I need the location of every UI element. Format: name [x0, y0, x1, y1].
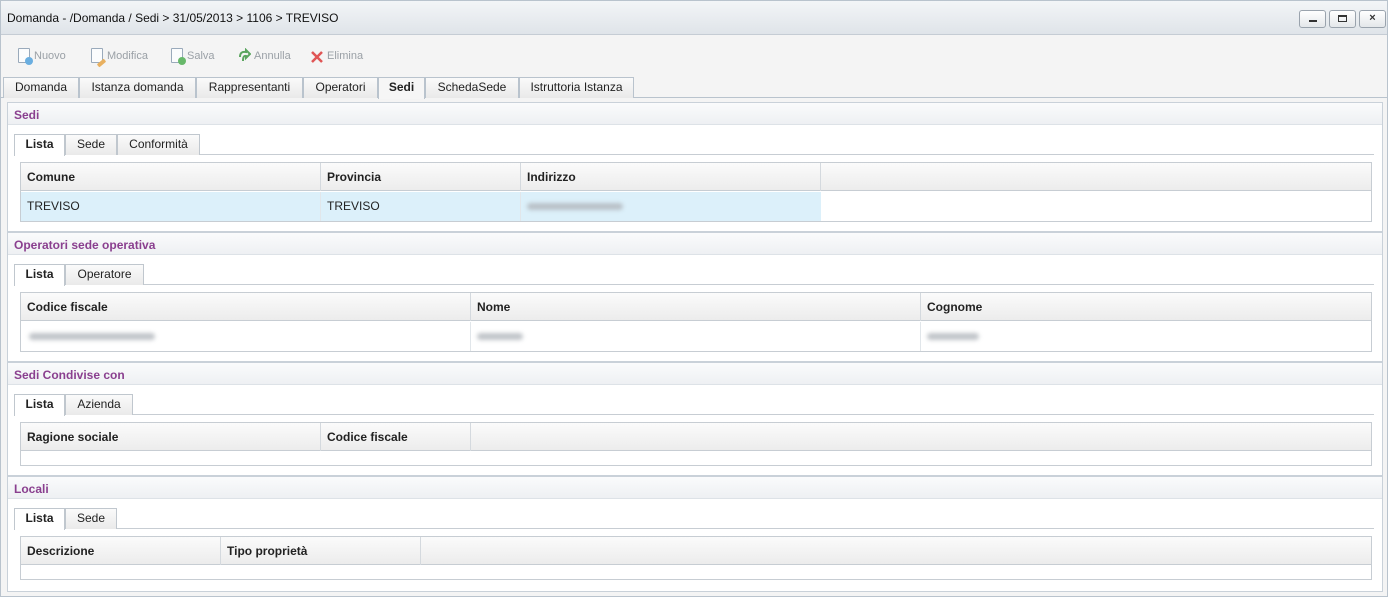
section-header: Sedi: [8, 103, 1382, 125]
column-header-descrizione[interactable]: Descrizione: [21, 537, 221, 565]
save-button[interactable]: Salva: [170, 47, 215, 65]
column-header-ragione-sociale[interactable]: Ragione sociale: [21, 423, 321, 451]
table-row[interactable]: [21, 322, 1371, 351]
title-bar: Domanda - /Domanda / Sedi > 31/05/2013 >…: [1, 1, 1387, 35]
column-header-codice-fiscale[interactable]: Codice fiscale: [321, 423, 471, 451]
tab-domanda[interactable]: Domanda: [3, 77, 79, 98]
section-header: Locali: [8, 477, 1382, 499]
tab-conformita[interactable]: Conformità: [117, 134, 200, 155]
cell-indirizzo-redacted: [521, 192, 821, 221]
new-document-icon: [17, 48, 33, 65]
tab-sede[interactable]: Sede: [65, 134, 117, 155]
cell-provincia: TREVISO: [321, 192, 521, 221]
save-icon: [170, 48, 186, 65]
section-title: Sedi Condivise con: [14, 368, 125, 382]
edit-document-icon: [90, 48, 107, 68]
undo-icon: [237, 47, 252, 64]
undo-button-label: Annulla: [254, 50, 291, 62]
tab-sede[interactable]: Sede: [65, 508, 117, 529]
column-header-indirizzo[interactable]: Indirizzo: [521, 163, 821, 191]
section-title: Operatori sede operativa: [14, 238, 156, 252]
edit-button[interactable]: Modifica: [90, 47, 148, 68]
application-window: Domanda - /Domanda / Sedi > 31/05/2013 >…: [0, 0, 1388, 597]
column-header-tipo-proprieta[interactable]: Tipo proprietà: [221, 537, 421, 565]
column-header-nome[interactable]: Nome: [471, 293, 921, 321]
undo-button[interactable]: Annulla: [237, 47, 291, 65]
section-sedi: Sedi Lista Sede Conformità Comune Provin…: [8, 103, 1382, 231]
condivise-grid: Ragione sociale Codice fiscale: [20, 422, 1372, 466]
locali-grid: Descrizione Tipo proprietà: [20, 536, 1372, 580]
grid-header: Codice fiscale Nome Cognome: [21, 293, 1371, 321]
operatori-grid: Codice fiscale Nome Cognome: [20, 292, 1372, 352]
minimize-button[interactable]: [1299, 10, 1326, 28]
column-header-provincia[interactable]: Provincia: [321, 163, 521, 191]
close-button[interactable]: ×: [1359, 10, 1386, 28]
tab-operatore[interactable]: Operatore: [65, 264, 144, 285]
section-title: Sedi: [14, 108, 40, 122]
tab-istruttoria-istanza[interactable]: Istruttoria Istanza: [519, 77, 634, 98]
section-operatori-sede: Operatori sede operativa Lista Operatore…: [8, 233, 1382, 361]
sedi-grid: Comune Provincia Indirizzo TREVISO TREVI…: [20, 162, 1372, 222]
tab-rappresentanti[interactable]: Rappresentanti: [196, 77, 303, 98]
save-button-label: Salva: [187, 50, 215, 62]
tab-operatori[interactable]: Operatori: [303, 77, 378, 98]
cell-nome-redacted: [471, 322, 921, 351]
main-tab-bar: Domanda Istanza domanda Rappresentanti O…: [1, 76, 1387, 99]
sedi-tab-bar: Lista Sede Conformità: [14, 133, 1374, 156]
cell-codice-fiscale-redacted: [21, 322, 471, 351]
table-row[interactable]: TREVISO TREVISO: [21, 192, 821, 221]
tab-schedasede[interactable]: SchedaSede: [425, 77, 519, 98]
maximize-button[interactable]: [1329, 10, 1356, 28]
tab-lista[interactable]: Lista: [14, 264, 65, 286]
locali-tab-bar: Lista Sede: [14, 507, 1374, 530]
tab-lista[interactable]: Lista: [14, 394, 65, 416]
tab-lista[interactable]: Lista: [14, 508, 65, 530]
delete-button-label: Elimina: [327, 50, 364, 62]
column-header-cognome[interactable]: Cognome: [921, 293, 1371, 321]
window-title: Domanda - /Domanda / Sedi > 31/05/2013 >…: [7, 11, 339, 25]
new-button[interactable]: Nuovo: [17, 47, 66, 65]
tab-sedi[interactable]: Sedi: [378, 77, 425, 99]
delete-icon: [310, 48, 324, 64]
toolbar: Nuovo Modifica Salva Annulla Elimina: [1, 36, 1387, 76]
column-header-codice-fiscale[interactable]: Codice fiscale: [21, 293, 471, 321]
column-header-comune[interactable]: Comune: [21, 163, 321, 191]
section-header: Operatori sede operativa: [8, 233, 1382, 255]
section-sedi-condivise: Sedi Condivise con Lista Azienda Ragione…: [8, 363, 1382, 475]
section-title: Locali: [14, 482, 49, 496]
tab-istanza-domanda[interactable]: Istanza domanda: [79, 77, 196, 98]
content-panel: Sedi Lista Sede Conformità Comune Provin…: [7, 102, 1383, 592]
grid-header: Comune Provincia Indirizzo: [21, 163, 1371, 191]
minimize-icon: [1308, 20, 1317, 22]
operatori-tab-bar: Lista Operatore: [14, 263, 1374, 286]
delete-button[interactable]: Elimina: [310, 47, 363, 65]
section-locali: Locali Lista Sede Descrizione Tipo propr…: [8, 477, 1382, 591]
cell-cognome-redacted: [921, 322, 1371, 351]
maximize-icon: [1338, 15, 1347, 22]
new-button-label: Nuovo: [34, 50, 66, 62]
cell-comune: TREVISO: [21, 192, 321, 221]
grid-header: Descrizione Tipo proprietà: [21, 537, 1371, 565]
edit-button-label: Modifica: [107, 50, 148, 62]
close-icon: ×: [1369, 12, 1376, 24]
section-header: Sedi Condivise con: [8, 363, 1382, 385]
tab-lista[interactable]: Lista: [14, 134, 65, 156]
grid-header: Ragione sociale Codice fiscale: [21, 423, 1371, 451]
condivise-tab-bar: Lista Azienda: [14, 393, 1374, 416]
tab-azienda[interactable]: Azienda: [65, 394, 133, 415]
